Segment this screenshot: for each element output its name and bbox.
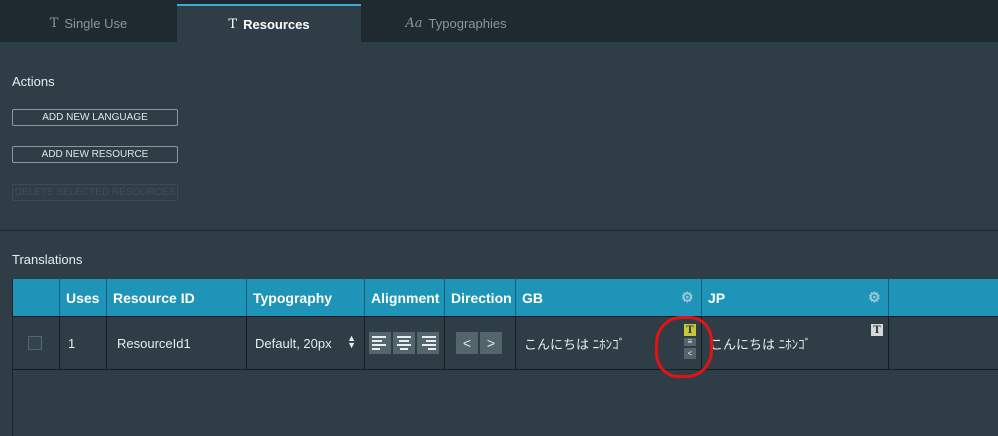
red-annotation-circle xyxy=(655,316,713,378)
align-center-icon[interactable] xyxy=(393,332,415,354)
jp-text[interactable]: こんにちは ﾆﾎﾝｺﾞ xyxy=(710,334,811,353)
actions-title: Actions xyxy=(12,74,55,89)
text-edit-icon[interactable]: T xyxy=(871,324,883,336)
tab-label: Typographies xyxy=(428,15,507,31)
chevron-left-icon[interactable]: < xyxy=(456,332,478,354)
translations-title: Translations xyxy=(12,252,83,267)
typography-select-value[interactable]: Default, 20px xyxy=(255,336,332,351)
header-select xyxy=(13,279,60,316)
tab-bar: T Single Use T Resources Aa Typographies xyxy=(0,0,998,42)
empty-cell xyxy=(889,317,998,369)
delete-selected-resources-button[interactable]: DELETE SELECTED RESOURCES xyxy=(12,184,178,201)
header-jp[interactable]: JP ⚙ xyxy=(702,279,889,316)
header-direction[interactable]: Direction xyxy=(445,279,516,316)
translations-table: Uses Resource ID Typography Alignment Di… xyxy=(12,279,998,436)
section-divider xyxy=(0,230,998,231)
add-new-resource-button[interactable]: ADD NEW RESOURCE xyxy=(12,146,178,163)
tab-typographies[interactable]: Aa Typographies xyxy=(361,4,551,42)
tab-label: Single Use xyxy=(64,15,128,31)
alignment-buttons xyxy=(369,332,439,354)
text-icon: T xyxy=(228,16,238,32)
typography-icon: Aa xyxy=(405,15,423,31)
header-jp-label: JP xyxy=(708,289,726,306)
jp-cell[interactable]: こんにちは ﾆﾎﾝｺﾞ T xyxy=(702,317,889,369)
gear-icon[interactable]: ⚙ xyxy=(681,290,695,304)
direction-buttons: < > xyxy=(456,332,502,354)
align-right-icon[interactable] xyxy=(417,332,439,354)
gear-icon[interactable]: ⚙ xyxy=(868,290,882,304)
uses-cell: 1 xyxy=(60,317,107,369)
header-resource-id[interactable]: Resource ID xyxy=(107,279,247,316)
resource-id-cell[interactable]: ResourceId1 xyxy=(107,317,247,369)
alignment-cell xyxy=(365,317,445,369)
table-row[interactable]: 1 ResourceId1 Default, 20px ▲ ▼ < > こんにち… xyxy=(13,316,998,370)
tab-label: Resources xyxy=(243,16,310,32)
text-icon: T xyxy=(49,15,59,31)
row-select-cell xyxy=(13,317,60,369)
header-typography[interactable]: Typography xyxy=(247,279,365,316)
typography-cell[interactable]: Default, 20px ▲ ▼ xyxy=(247,317,365,369)
row-checkbox[interactable] xyxy=(28,336,42,350)
align-left-icon[interactable] xyxy=(369,332,391,354)
header-uses[interactable]: Uses xyxy=(60,279,107,316)
gb-text[interactable]: こんにちは ﾆﾎﾝｺﾞ xyxy=(524,334,625,353)
tab-resources[interactable]: T Resources xyxy=(177,4,361,42)
chevron-right-icon[interactable]: > xyxy=(480,332,502,354)
tab-single-use[interactable]: T Single Use xyxy=(0,4,177,42)
header-alignment[interactable]: Alignment xyxy=(365,279,445,316)
direction-cell: < > xyxy=(445,317,516,369)
header-gb-label: GB xyxy=(522,289,543,306)
table-header-row: Uses Resource ID Typography Alignment Di… xyxy=(13,279,998,316)
add-new-language-button[interactable]: ADD NEW LANGUAGE xyxy=(12,109,178,126)
header-empty xyxy=(889,279,998,316)
header-gb[interactable]: GB ⚙ xyxy=(516,279,702,316)
select-arrows-icon: ▲ ▼ xyxy=(347,333,356,350)
